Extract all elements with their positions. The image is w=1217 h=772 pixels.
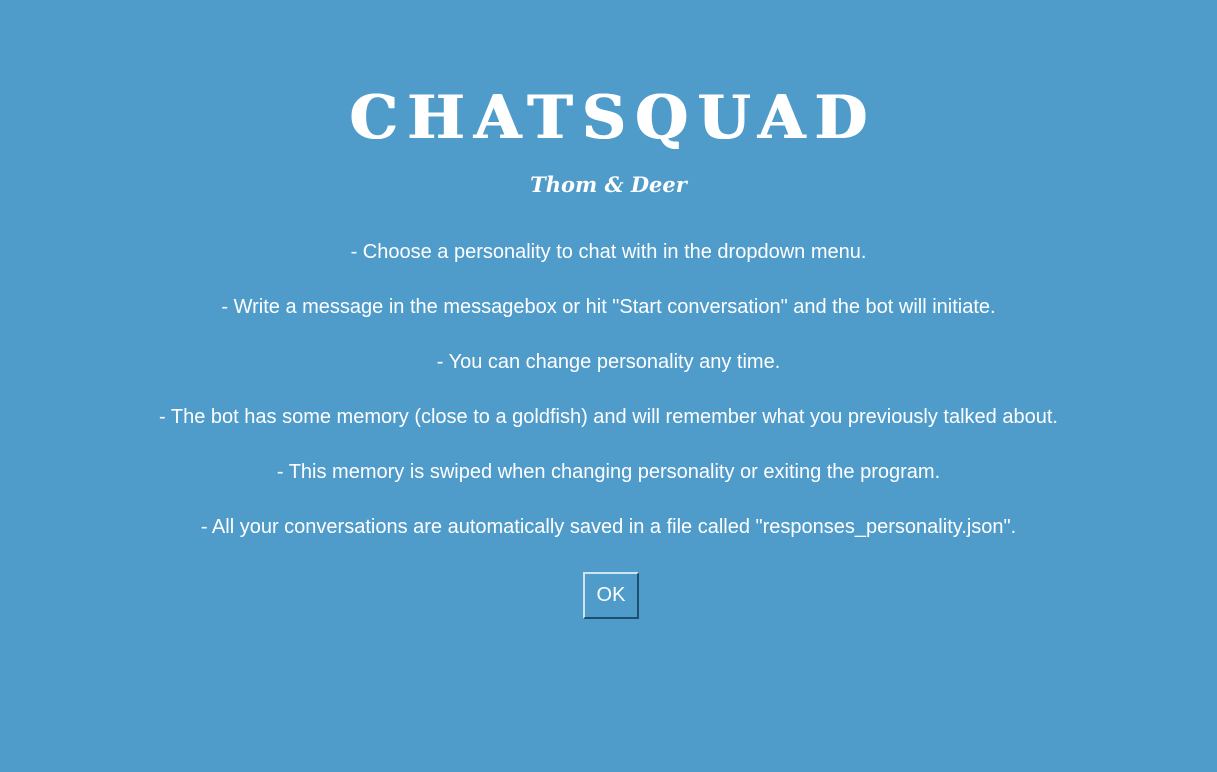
instruction-line: - You can change personality any time. [436, 351, 781, 373]
welcome-window: CHATSQUAD Thom & Deer - Choose a persona… [0, 0, 1217, 772]
instruction-line: - Choose a personality to chat with in t… [350, 241, 867, 263]
instruction-line: - The bot has some memory (close to a go… [159, 406, 1058, 428]
app-subtitle: Thom & Deer [530, 172, 687, 197]
instructions-list: - Choose a personality to chat with in t… [0, 236, 1217, 566]
app-title: CHATSQUAD [349, 83, 878, 153]
instruction-line: - All your conversations are automatical… [200, 516, 1017, 538]
ok-button[interactable]: OK [583, 572, 639, 619]
instruction-line: - Write a message in the messagebox or h… [221, 296, 996, 318]
instruction-line: - This memory is swiped when changing pe… [276, 461, 941, 483]
